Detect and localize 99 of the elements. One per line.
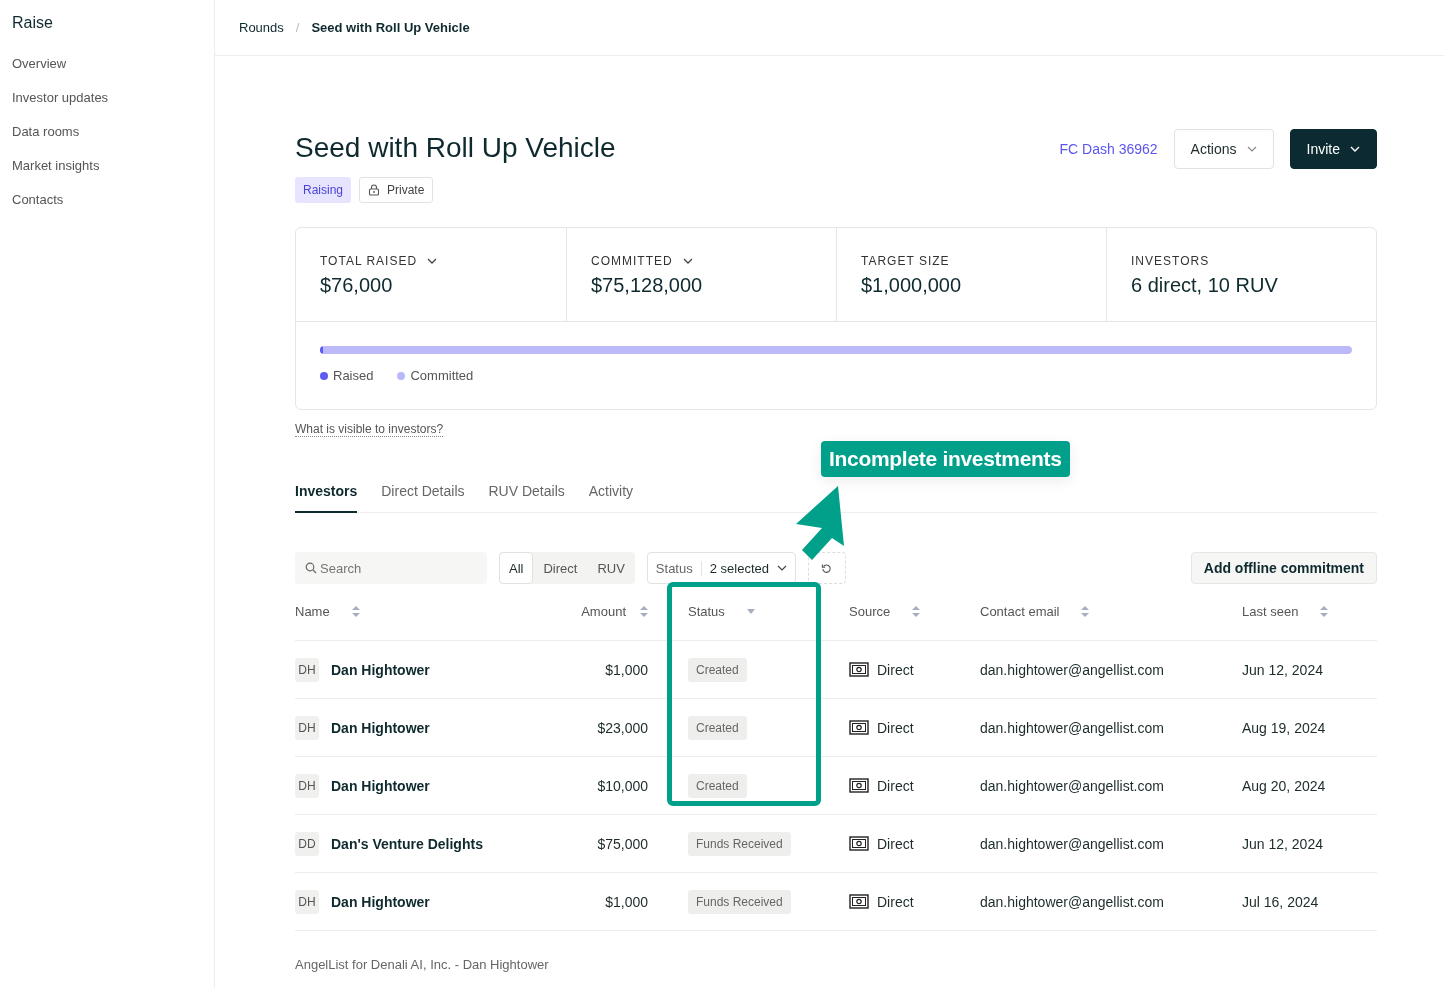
initials-avatar: DH [295,657,319,682]
initials-avatar: DH [295,715,319,740]
chevron-down-icon [1350,146,1360,152]
tab[interactable]: Direct Details [381,483,465,513]
last-seen-cell: Jul 16, 2024 [1242,893,1319,910]
reset-button[interactable] [808,552,846,584]
add-offline-commitment-button[interactable]: Add offline commitment [1190,552,1377,584]
investor-name[interactable]: Dan Hightower [331,777,430,794]
source-cell: Direct [877,719,914,736]
email-cell: dan.hightower@angellist.com [980,777,1164,794]
last-seen-cell: Aug 20, 2024 [1242,777,1326,794]
search-field[interactable]: Search [295,552,487,584]
tab[interactable]: Investors [295,483,358,513]
sort-icon[interactable] [351,606,360,617]
stat-value: $75,128,000 [591,274,704,297]
status-filter[interactable]: Status 2 selected [646,552,796,584]
status-badge: Created [688,657,747,682]
status-badge: Raising [295,177,352,203]
source-cell: Direct [877,893,914,910]
last-seen-cell: Jun 12, 2024 [1242,661,1323,678]
last-seen-cell: Jun 12, 2024 [1242,835,1323,852]
banknote-icon [849,778,869,793]
sidebar-item[interactable]: Contacts [12,190,214,224]
chevron-down-icon[interactable] [682,258,693,264]
source-cell: Direct [877,661,914,678]
stat-value: 6 direct, 10 RUV [1131,274,1279,297]
legend-label: Committed [410,368,474,383]
visibility-link[interactable]: What is visible to investors? [295,422,444,437]
annotation-callout: Incomplete investments [821,441,1070,477]
stat-label: COMMITTED [591,254,673,268]
amount-cell: $1,000 [605,893,648,910]
email-cell: dan.hightower@angellist.com [980,835,1164,852]
stat-label: TARGET SIZE [861,254,950,268]
actions-button[interactable]: Actions [1173,129,1274,169]
segment-option[interactable]: All [499,552,534,584]
chevron-down-icon [1246,146,1257,152]
column-header[interactable]: Contact email [980,604,1060,619]
initials-avatar: DH [295,773,319,798]
tab[interactable]: Activity [588,483,634,513]
sort-descending-icon[interactable] [746,609,755,614]
sidebar-item[interactable]: Data rooms [12,122,214,156]
source-cell: Direct [877,835,914,852]
email-cell: dan.hightower@angellist.com [980,661,1164,678]
initials-avatar: DD [295,831,319,856]
page-title: Seed with Roll Up Vehicle [295,132,616,164]
privacy-badge: Private [359,177,434,203]
column-header[interactable]: Amount [581,604,626,619]
lock-icon [368,184,381,196]
legend-label: Raised [333,368,374,383]
sort-icon[interactable] [912,606,921,617]
status-badge: Funds Received [688,831,791,856]
banknote-icon [849,894,869,909]
brand-name: Raise [12,14,54,32]
amount-cell: $75,000 [597,835,648,852]
initials-avatar: DH [295,889,319,914]
status-badge: Created [688,773,747,798]
search-icon [305,562,317,574]
sort-icon[interactable] [640,606,648,617]
invite-button[interactable]: Invite [1289,129,1377,169]
sort-icon[interactable] [1320,606,1329,617]
segment-option[interactable]: RUV [587,552,635,584]
sidebar-item[interactable]: Market insights [12,156,214,190]
breadcrumb-link[interactable]: Rounds [239,20,284,35]
banknote-icon [849,662,869,677]
breadcrumb-link[interactable]: Seed with Roll Up Vehicle [311,20,470,35]
column-header[interactable]: Last seen [1242,604,1299,619]
sidebar-item[interactable]: Overview [12,54,214,88]
status-badge: Created [688,715,747,740]
investor-name[interactable]: Dan's Venture Delights [331,835,483,852]
column-header[interactable]: Source [849,604,891,619]
sidebar-item[interactable]: Investor updates [12,88,214,122]
amount-cell: $1,000 [605,661,648,678]
column-header[interactable]: Name [295,604,330,619]
last-seen-cell: Aug 19, 2024 [1242,719,1326,736]
stat-value: $1,000,000 [861,274,963,297]
status-badge: Funds Received [688,889,791,914]
investor-name[interactable]: Dan Hightower [331,719,430,736]
amount-cell: $23,000 [597,719,648,736]
email-cell: dan.hightower@angellist.com [980,893,1164,910]
banknote-icon [849,720,869,735]
chevron-down-icon [777,565,787,571]
amount-cell: $10,000 [597,777,648,794]
tab[interactable]: RUV Details [488,483,565,513]
footer-text: AngelList for Denali AI, Inc. - Dan Hightower [295,957,550,972]
company-link[interactable]: FC Dash 36962 [1059,141,1158,157]
breadcrumb-separator: / [295,20,300,35]
banknote-icon [849,836,869,851]
source-cell: Direct [877,777,914,794]
stat-label: INVESTORS [1131,254,1210,268]
investor-name[interactable]: Dan Hightower [331,893,430,910]
sort-icon[interactable] [1081,606,1090,617]
segment-option[interactable]: Direct [533,552,588,584]
reset-icon [821,562,833,574]
stat-value: $76,000 [320,274,394,297]
chevron-down-icon[interactable] [427,258,438,264]
stat-label: TOTAL RAISED [320,254,418,268]
investor-name[interactable]: Dan Hightower [331,661,430,678]
email-cell: dan.hightower@angellist.com [980,719,1164,736]
column-header[interactable]: Status [688,604,725,619]
